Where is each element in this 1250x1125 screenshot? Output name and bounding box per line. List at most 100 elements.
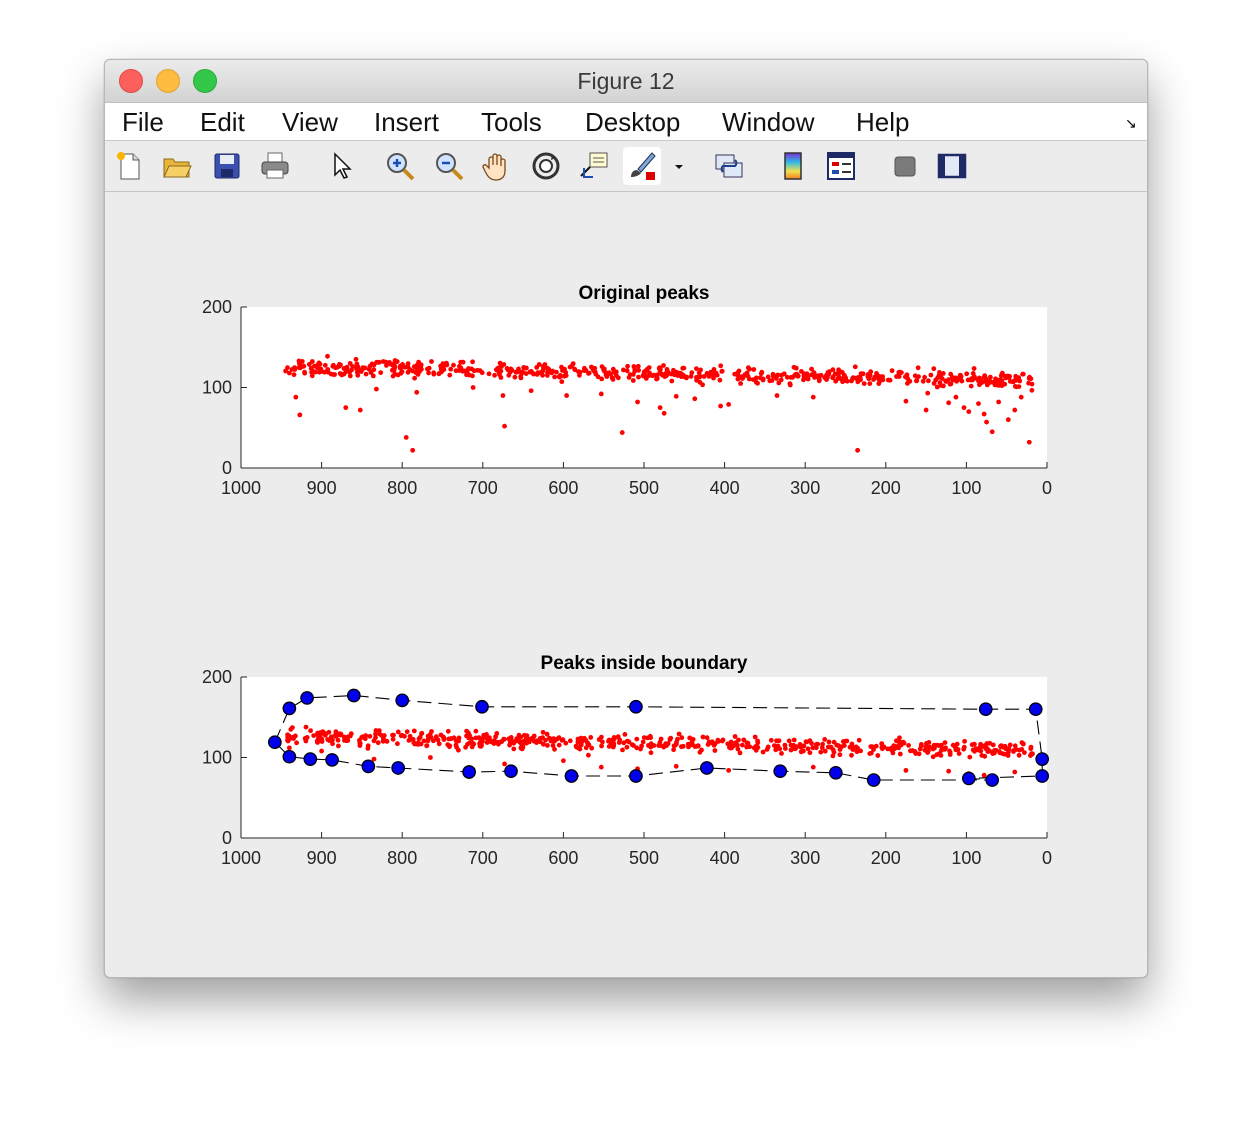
peak-point [760, 749, 766, 755]
peak-point [318, 366, 324, 372]
peak-point [1013, 384, 1019, 390]
peak-point [556, 742, 562, 748]
boundary-marker [462, 765, 476, 779]
peak-point [861, 381, 867, 386]
peak-point [1013, 373, 1019, 379]
peak-point [296, 358, 302, 364]
peak-point [1016, 752, 1022, 758]
peak-point [375, 740, 381, 746]
peak-point [362, 736, 368, 742]
x-tick-label: 900 [307, 848, 337, 868]
peak-point [412, 375, 417, 381]
peak-point [942, 740, 948, 745]
peak-point [674, 369, 679, 375]
peak-point [511, 746, 517, 752]
peak-point [392, 358, 398, 363]
peak-point [624, 738, 630, 744]
peak-point [765, 374, 771, 380]
peak-outlier-point [989, 429, 995, 435]
peak-point [448, 366, 454, 372]
peak-point [824, 377, 829, 382]
peak-point [415, 372, 421, 377]
peak-outlier-point [923, 407, 929, 413]
peak-outlier-point [500, 393, 506, 398]
peak-point [610, 366, 616, 372]
peak-outlier-point [976, 401, 981, 406]
peak-point [751, 367, 757, 372]
y-tick-label: 200 [202, 297, 232, 317]
peak-point [285, 365, 290, 371]
peak-point [949, 374, 955, 380]
peak-point [1029, 387, 1035, 393]
peak-point [755, 738, 760, 744]
peak-outlier-point [673, 763, 679, 769]
peak-point [424, 743, 430, 748]
peak-point [599, 364, 605, 369]
peak-point [445, 742, 451, 747]
y-tick-label: 0 [222, 458, 232, 478]
peak-point [418, 362, 424, 368]
x-tick-label: 800 [387, 478, 417, 498]
peak-outlier-point [561, 758, 566, 764]
peak-point [622, 732, 628, 737]
peak-point [1003, 745, 1009, 751]
peak-outlier-point [598, 764, 604, 770]
peak-point [928, 372, 934, 378]
peak-point [302, 736, 308, 741]
peak-point [950, 742, 956, 748]
peak-point [986, 378, 992, 384]
peak-point [354, 361, 360, 367]
peak-point [303, 724, 309, 730]
peak-point [830, 375, 836, 381]
peak-point [453, 368, 459, 374]
peak-point [383, 738, 389, 744]
peak-point [625, 363, 630, 369]
peak-point [840, 739, 846, 744]
peak-point [701, 374, 707, 379]
peak-point [891, 743, 897, 749]
peak-point [679, 374, 684, 380]
peak-point [847, 744, 853, 750]
boundary-marker [1028, 702, 1043, 717]
peak-point [831, 749, 837, 755]
peak-outlier-point [774, 393, 780, 398]
peak-point [315, 730, 320, 736]
peak-point [362, 365, 368, 371]
peak-point [889, 747, 894, 753]
peak-point [486, 371, 492, 377]
peak-point [915, 365, 921, 371]
peak-outlier-point [564, 393, 570, 398]
peak-point [1011, 748, 1017, 753]
peak-point [512, 374, 518, 380]
peak-point [411, 728, 417, 734]
peak-point [632, 367, 638, 373]
peak-point [712, 748, 718, 753]
peak-point [540, 729, 546, 735]
peak-point [534, 738, 539, 744]
peak-point [426, 365, 432, 371]
peak-point [931, 366, 937, 372]
peak-point [1002, 381, 1008, 387]
peak-point [689, 370, 695, 376]
axes-peaks-inside-boundary[interactable]: Peaks inside boundary 1000 900 800 700 600 50… [202, 653, 1052, 868]
boundary-marker [282, 749, 297, 764]
peak-point [499, 364, 504, 369]
x-tick-label: 500 [629, 478, 659, 498]
boundary-marker [303, 752, 318, 766]
peak-point [397, 365, 403, 371]
peak-point [935, 375, 941, 380]
peak-point [898, 742, 904, 748]
peak-point [554, 736, 560, 742]
x-tick-label: 500 [629, 848, 659, 868]
peak-point [353, 356, 359, 362]
peak-point [880, 746, 885, 752]
peak-point [373, 735, 378, 741]
peak-outlier-point [619, 430, 625, 435]
peak-point [592, 365, 598, 371]
peak-point [473, 728, 479, 734]
axes-original-peaks[interactable]: Original peaks 1000 900 800 700 600 500 400 300… [202, 283, 1052, 498]
peak-point [371, 367, 377, 373]
x-tick-label: 1000 [221, 478, 261, 498]
peak-outlier-point [692, 396, 698, 402]
peak-point [410, 368, 416, 374]
